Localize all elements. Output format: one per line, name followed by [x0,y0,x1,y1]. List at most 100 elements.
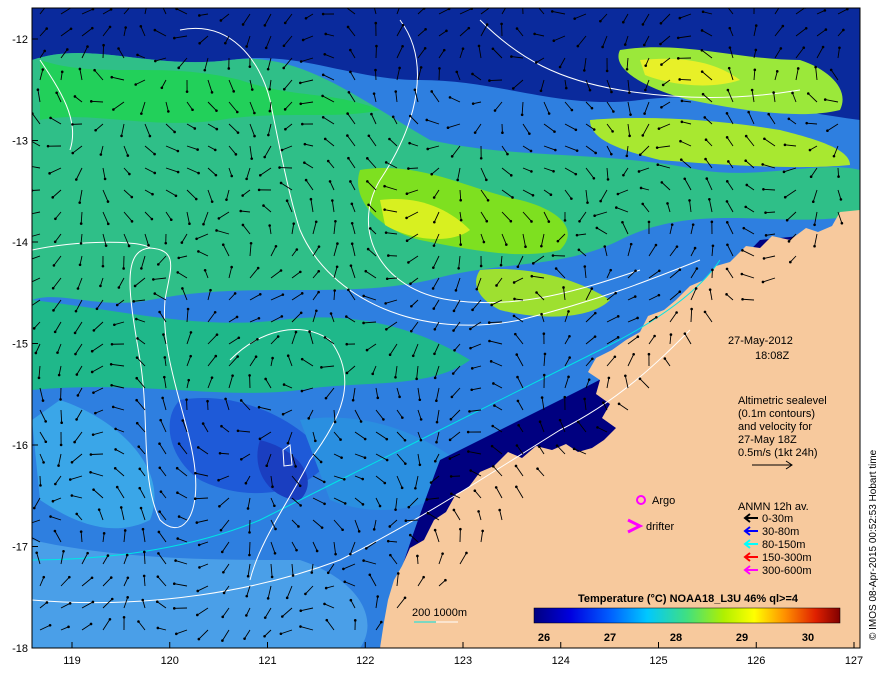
velocity-arrow-head [382,418,385,421]
velocity-arrow-head [547,220,551,223]
velocity-arrow-head [764,211,767,214]
velocity-arrow-head [540,244,543,248]
velocity-arrow-head [114,448,117,451]
velocity-arrow-head [299,609,303,613]
velocity-arrow-head [711,268,714,272]
velocity-arrow-head [301,122,304,126]
velocity-arrow-head [680,99,684,103]
velocity-arrow-head [394,375,397,379]
velocity-arrow-head [533,32,536,36]
velocity-arrow-head [304,178,308,182]
velocity-arrow-head [173,130,176,134]
velocity-arrow-head [471,72,474,76]
velocity-arrow-head [299,102,303,106]
velocity-arrow-head [321,12,325,16]
velocity-arrow-head [28,165,31,168]
velocity-arrow-head [791,91,794,95]
velocity-arrow-head [535,291,538,294]
velocity-arrow-head [404,519,408,523]
velocity-arrow-head [573,17,576,20]
velocity-arrow-head [42,575,46,579]
velocity-arrow-head [181,287,184,290]
velocity-arrow-head [52,309,55,312]
velocity-arrow-head [383,208,386,211]
velocity-arrow-head [93,68,96,72]
velocity-arrow-head [254,355,258,359]
velocity-arrow-head [250,157,254,160]
velocity-arrow-head [27,523,30,526]
velocity-arrow-head [103,177,107,181]
velocity-arrow-head [111,405,115,409]
velocity-arrow [679,79,692,81]
velocity-arrow-head [562,286,565,289]
velocity-arrow-head [826,129,829,133]
velocity-arrow-head [367,203,370,207]
velocity-arrow-head [59,398,62,401]
velocity-arrow-head [366,247,370,251]
velocity-arrow-head [457,266,460,270]
velocity-arrow-head [299,81,302,85]
velocity-arrow-head [410,304,413,308]
sst-map: 119 120 121 122 123 124 125 126 127 -12 -13 -14 -15… [12,1,879,667]
velocity-arrow-head [222,570,225,574]
velocity-arrow-head [285,199,289,203]
velocity-arrow-head [239,399,243,402]
velocity-arrow-head [132,300,136,303]
velocity-arrow-head [304,592,307,596]
velocity-arrow-head [536,467,539,470]
velocity-arrow-head [295,248,299,251]
velocity-arrow-head [322,480,326,484]
velocity-arrow-head [387,254,390,257]
velocity-arrow-head [189,354,192,358]
velocity-arrow-head [224,397,227,401]
velocity-arrow-head [593,335,597,338]
velocity-arrow-head [445,29,448,33]
velocity-arrow-head [783,195,787,199]
velocity-arrow-head [782,170,786,174]
velocity-arrow-head [156,263,160,266]
velocity-arrow-head [245,594,249,598]
velocity-arrow-head [542,373,546,377]
velocity-arrow-head [488,79,491,82]
velocity-arrow-head [489,360,493,363]
lon-tick-label: 120 [161,655,179,667]
lon-tick-label: 123 [454,655,472,667]
velocity-arrow-head [403,596,407,600]
velocity-arrow-head [286,441,290,445]
velocity-arrow-head [333,420,337,424]
velocity-arrow-head [174,194,178,198]
velocity-arrow-head [456,178,459,182]
velocity-arrow-head [787,240,791,243]
velocity-arrow-head [315,309,318,313]
velocity-arrow-head [108,25,112,29]
velocity-arrow-head [52,264,56,267]
velocity-arrow-head [811,200,815,204]
velocity-arrow-head [384,231,388,234]
velocity-arrow-head [567,310,570,313]
velocity-arrow-head [57,373,61,377]
velocity-arrow-head [750,88,754,92]
velocity-arrow-head [829,68,833,72]
velocity-arrow-head [488,339,491,343]
velocity-arrow-head [141,598,145,602]
velocity-arrow-head [806,92,810,95]
velocity-arrow-head [106,554,110,557]
velocity-arrow-head [374,21,378,25]
velocity-arrow-head [701,92,705,96]
velocity-arrow-head [704,157,707,161]
velocity-arrow-head [28,139,31,142]
velocity-arrow-head [221,639,224,642]
velocity-arrow-head [357,530,361,533]
velocity-arrow-head [587,378,591,381]
velocity-arrow-head [102,43,105,47]
velocity-arrow-head [345,315,348,318]
velocity-arrow-head [362,294,365,298]
velocity-arrow-head [314,439,317,443]
velocity-arrow-head [678,290,682,294]
velocity-arrow-head [248,553,251,557]
velocity-arrow-head [245,614,248,617]
velocity-arrow-head [485,219,489,223]
velocity-arrow-head [135,317,138,321]
velocity-arrow-head [159,1,162,4]
velocity-arrow-head [324,586,328,590]
